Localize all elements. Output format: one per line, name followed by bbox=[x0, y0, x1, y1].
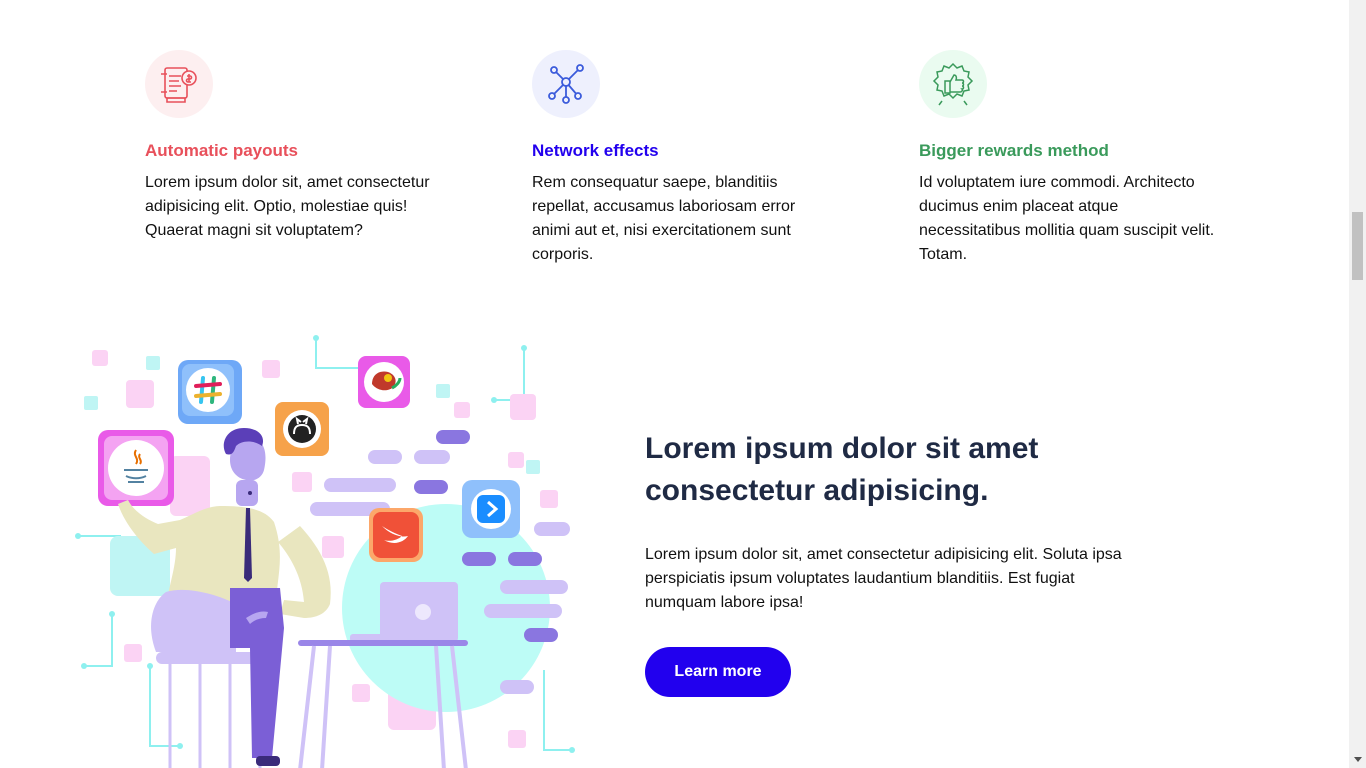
page: Automatic payouts Lorem ipsum dolor sit,… bbox=[0, 0, 1349, 768]
scroll-down-icon[interactable] bbox=[1349, 751, 1366, 768]
network-nodes-icon bbox=[532, 50, 600, 118]
thumbs-up-badge-icon bbox=[919, 50, 987, 118]
feature-text: Rem consequatur saepe, blanditiis repell… bbox=[532, 174, 796, 263]
learn-more-button[interactable]: Learn more bbox=[645, 647, 791, 697]
feature-network-effects: Network effects Rem consequatur saepe, b… bbox=[532, 50, 832, 267]
feature-title: Bigger rewards method bbox=[919, 141, 1109, 160]
vertical-scrollbar[interactable] bbox=[1349, 0, 1366, 768]
feature-title: Automatic payouts bbox=[145, 141, 299, 160]
hero-section: Lorem ipsum dolor sit amet consectetur a… bbox=[645, 428, 1145, 697]
feature-text: Lorem ipsum dolor sit, amet consectetur … bbox=[145, 174, 430, 239]
feature-title: Network effects bbox=[532, 141, 659, 160]
feature-text: Id voluptatem iure commodi. Architecto d… bbox=[919, 174, 1215, 263]
hero-title: Lorem ipsum dolor sit amet consectetur a… bbox=[645, 432, 1039, 507]
feature-bigger-rewards: Bigger rewards method Id voluptatem iure… bbox=[919, 50, 1219, 267]
developer-with-app-icons-illustration bbox=[70, 330, 590, 768]
scrollbar-thumb[interactable] bbox=[1352, 212, 1363, 280]
hero-text: Lorem ipsum dolor sit, amet consectetur … bbox=[645, 546, 1122, 611]
payout-document-icon bbox=[145, 50, 213, 118]
feature-automatic-payouts: Automatic payouts Lorem ipsum dolor sit,… bbox=[145, 50, 445, 243]
